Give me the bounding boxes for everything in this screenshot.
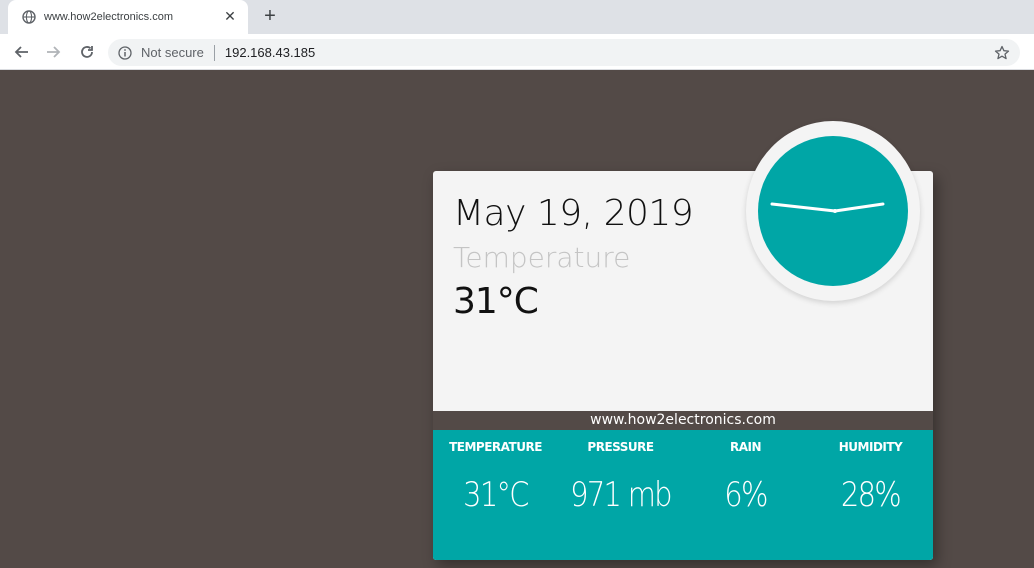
arrow-left-icon (14, 46, 28, 58)
tab-close-icon[interactable]: ✕ (222, 9, 238, 25)
arrow-right-icon (47, 46, 61, 58)
analog-clock (758, 136, 908, 286)
temperature-label: Temperature (453, 241, 631, 274)
stat-label: TEMPERATURE (449, 440, 542, 454)
stat-label: RAIN (729, 440, 762, 454)
browser-toolbar: Not secure 192.168.43.185 (0, 34, 1034, 70)
address-separator (213, 44, 215, 61)
forward-button[interactable] (42, 40, 66, 64)
website-bar: www.how2electronics.com (433, 411, 933, 430)
stats-panel: TEMPERATURE 31°C PRESSURE 971 mb RAIN 6%… (433, 430, 933, 560)
stat-rain: RAIN 6% (683, 430, 808, 560)
back-button[interactable] (9, 40, 33, 64)
stat-value: 6% (724, 475, 768, 515)
new-tab-button[interactable]: + (258, 5, 282, 29)
stat-label: HUMIDITY (838, 440, 903, 454)
stat-label: PRESSURE (587, 440, 654, 454)
address-bar[interactable]: Not secure 192.168.43.185 (108, 39, 1020, 66)
tab-strip: www.how2electronics.com ✕ + (0, 0, 1034, 34)
security-status[interactable]: Not secure (141, 45, 204, 60)
clock-center (833, 209, 837, 213)
reload-button[interactable] (75, 40, 99, 64)
stat-temperature: TEMPERATURE 31°C (433, 430, 558, 560)
globe-icon (22, 10, 36, 24)
star-icon[interactable] (994, 45, 1010, 61)
stat-humidity: HUMIDITY 28% (808, 430, 933, 560)
date-display: May 19, 2019 (453, 193, 694, 234)
tab-title: www.how2electronics.com (44, 11, 173, 23)
browser-tab[interactable]: www.how2electronics.com ✕ (8, 0, 248, 34)
temperature-value: 31°C (453, 281, 539, 322)
info-icon[interactable] (118, 45, 132, 60)
reload-icon (81, 46, 93, 58)
stat-value: 971 mb (570, 475, 672, 515)
url-text[interactable]: 192.168.43.185 (225, 45, 994, 60)
stat-value: 28% (840, 475, 902, 515)
clock-minute-hand (770, 202, 837, 213)
clock-hour-hand (833, 202, 885, 213)
stat-pressure: PRESSURE 971 mb (558, 430, 683, 560)
stat-value: 31°C (463, 475, 529, 515)
